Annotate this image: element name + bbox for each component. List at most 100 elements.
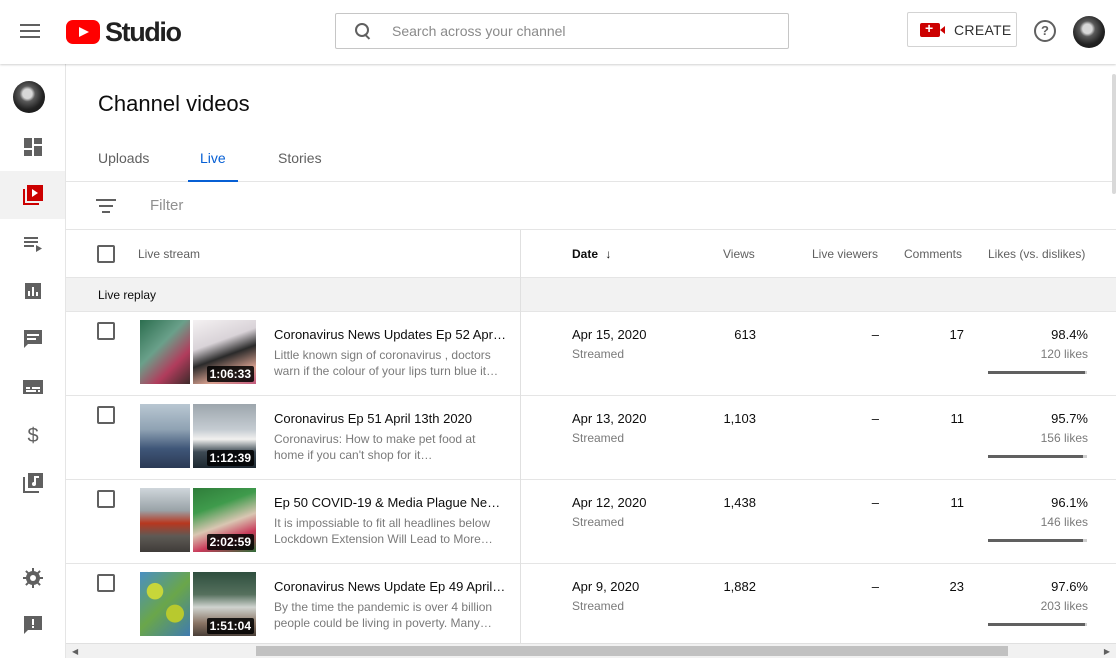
hamburger-menu-icon[interactable] <box>18 20 42 44</box>
feedback-icon <box>23 616 42 634</box>
views-value: 1,438 <box>723 495 756 510</box>
tab-live[interactable]: Live <box>188 150 238 182</box>
main-content: Channel videos Uploads Live Stories Filt… <box>66 64 1116 658</box>
thumbnail-right-image: 2:02:59 <box>193 488 256 552</box>
row-checkbox[interactable] <box>97 490 115 508</box>
video-thumbnail[interactable]: 1:51:04 <box>140 572 256 636</box>
thumbnail-right-image: 1:51:04 <box>193 572 256 636</box>
row-checkbox[interactable] <box>97 574 115 592</box>
svg-text:$: $ <box>27 425 38 447</box>
sidebar-item-dashboard[interactable] <box>0 123 65 171</box>
studio-logo[interactable]: Studio <box>66 17 182 47</box>
filter-icon[interactable] <box>96 199 116 213</box>
video-thumbnail[interactable]: 1:06:33 <box>140 320 256 384</box>
comments-value: 23 <box>949 579 964 594</box>
status-value: Streamed <box>572 599 625 613</box>
table-row[interactable]: 1:12:39 Coronavirus Ep 51 April 13th 202… <box>66 396 1116 480</box>
filter-input[interactable]: Filter <box>150 197 183 214</box>
thumbnail-right-image: 1:12:39 <box>193 404 256 468</box>
youtube-logo-icon <box>66 20 100 44</box>
sidebar-item-playlists[interactable] <box>0 219 65 267</box>
search-box[interactable] <box>335 13 789 49</box>
thumbnail-left-image <box>140 488 190 552</box>
video-title[interactable]: Coronavirus News Update Ep 49 April 9th … <box>274 579 506 594</box>
column-date-label: Date <box>572 247 599 261</box>
table-row[interactable]: 2:02:59 Ep 50 COVID-19 & Media Plague Ne… <box>66 480 1116 564</box>
column-divider <box>520 230 521 658</box>
sidebar-item-monetization[interactable]: $ <box>0 411 65 459</box>
thumbnail-right-image: 1:06:33 <box>193 320 256 384</box>
sidebar-item-feedback[interactable] <box>0 601 65 649</box>
column-comments[interactable]: Comments <box>904 247 962 261</box>
views-value: 1,103 <box>723 411 756 426</box>
select-all-checkbox[interactable] <box>97 245 115 263</box>
sidebar-item-analytics[interactable] <box>0 267 65 315</box>
videos-icon <box>22 185 43 205</box>
create-button[interactable]: CREATE <box>907 12 1017 47</box>
video-thumbnail[interactable]: 1:12:39 <box>140 404 256 468</box>
search-input[interactable] <box>392 23 772 39</box>
analytics-icon <box>24 283 41 299</box>
comments-value: 11 <box>950 411 965 426</box>
table-row[interactable]: 1:51:04 Coronavirus News Update Ep 49 Ap… <box>66 564 1116 648</box>
sidebar-item-videos[interactable] <box>0 171 65 219</box>
account-avatar[interactable] <box>1073 16 1105 48</box>
tab-stories[interactable]: Stories <box>278 150 322 182</box>
page-title: Channel videos <box>98 91 250 116</box>
status-value: Streamed <box>572 515 625 529</box>
horizontal-scrollbar-thumb[interactable] <box>256 646 1008 656</box>
table-row[interactable]: 1:06:33 Coronavirus News Updates Ep 52 A… <box>66 312 1116 396</box>
date-value: Apr 9, 2020 <box>572 579 640 594</box>
tab-bar: Uploads Live Stories <box>66 136 1116 182</box>
row-checkbox[interactable] <box>97 322 115 340</box>
thumbnail-left-image <box>140 404 190 468</box>
duration-badge: 1:51:04 <box>206 618 254 634</box>
channel-avatar[interactable] <box>13 81 45 113</box>
like-ratio-fill <box>988 371 1086 374</box>
subtitles-icon <box>22 380 43 394</box>
thumbnail-left-image <box>140 572 190 636</box>
filter-bar: Filter <box>66 182 1116 230</box>
row-checkbox[interactable] <box>97 406 115 424</box>
thumbnail-left-image <box>140 320 190 384</box>
likes-count-value: 156 likes <box>1040 431 1088 445</box>
vertical-scrollbar-thumb[interactable] <box>1112 74 1116 194</box>
column-date[interactable]: Date ↓ <box>572 247 611 261</box>
sidebar-item-settings[interactable] <box>0 554 65 602</box>
live-viewers-value: – <box>871 579 879 594</box>
column-live-viewers[interactable]: Live viewers <box>812 247 878 261</box>
like-percent-value: 98.4% <box>1051 327 1088 342</box>
help-icon[interactable]: ? <box>1034 20 1056 42</box>
video-thumbnail[interactable]: 2:02:59 <box>140 488 256 552</box>
video-title[interactable]: Coronavirus News Updates Ep 52 April 15t… <box>274 327 506 342</box>
video-description: Little known sign of coronavirus , docto… <box>274 348 491 378</box>
like-ratio-fill <box>988 623 1085 626</box>
vertical-scrollbar[interactable] <box>1110 64 1116 644</box>
like-ratio-bar <box>988 371 1087 374</box>
views-value: 1,882 <box>723 579 756 594</box>
duration-badge: 2:02:59 <box>206 534 254 550</box>
like-ratio-bar <box>988 455 1087 458</box>
video-description: It is impossiable to fit all headlines b… <box>274 516 491 546</box>
search-icon[interactable] <box>354 22 372 40</box>
video-title[interactable]: Ep 50 COVID-19 & Media Plague News April… <box>274 495 506 510</box>
views-value: 613 <box>734 327 756 342</box>
scroll-right-arrow-icon[interactable]: ▶ <box>1104 647 1110 656</box>
audio-library-icon <box>22 473 43 493</box>
likes-count-value: 120 likes <box>1040 347 1088 361</box>
create-button-label: CREATE <box>954 21 1012 38</box>
sidebar-item-audio-library[interactable] <box>0 459 65 507</box>
like-percent-value: 95.7% <box>1051 411 1088 426</box>
status-value: Streamed <box>572 431 625 445</box>
live-viewers-value: – <box>871 411 879 426</box>
monetization-icon: $ <box>27 425 38 447</box>
video-title[interactable]: Coronavirus Ep 51 April 13th 2020 <box>274 411 506 426</box>
comments-value: 17 <box>949 327 964 342</box>
sidebar-item-subtitles[interactable] <box>0 363 65 411</box>
column-views[interactable]: Views <box>723 247 755 261</box>
column-likes[interactable]: Likes (vs. dislikes) <box>988 247 1085 261</box>
sidebar-item-comments[interactable] <box>0 315 65 363</box>
scroll-left-arrow-icon[interactable]: ◀ <box>72 647 78 656</box>
tab-uploads[interactable]: Uploads <box>98 150 149 182</box>
horizontal-scrollbar[interactable]: ◀ ▶ <box>66 643 1116 658</box>
